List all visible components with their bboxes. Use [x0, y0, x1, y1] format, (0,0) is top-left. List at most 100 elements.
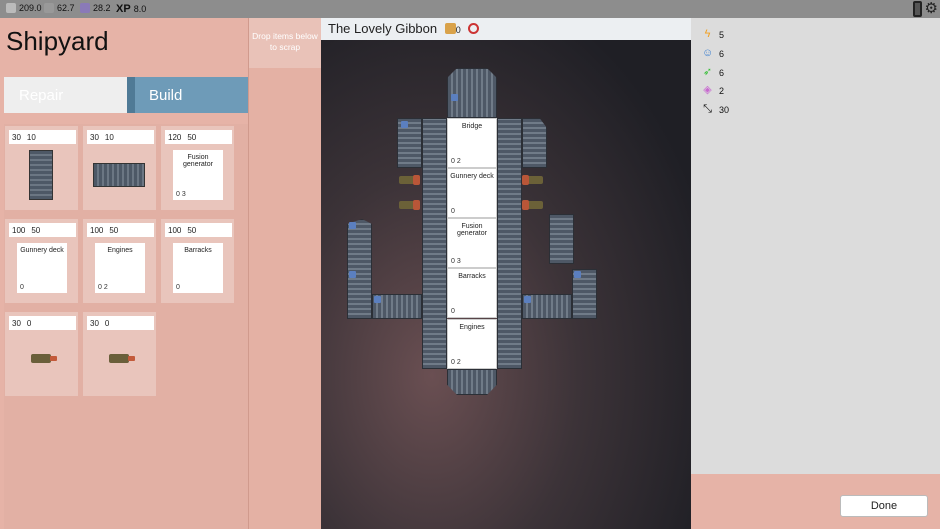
- scrap-drop-zone[interactable]: Drop items below to scrap: [248, 18, 321, 529]
- part-card-vertical-hull[interactable]: 30 10: [5, 126, 78, 210]
- stat-crew: ☺ 6: [702, 48, 724, 59]
- stat-speed-value: 6: [719, 67, 725, 78]
- stat-speed: ➶ 6: [702, 67, 724, 78]
- ship-editor-view[interactable]: The Lovely Gibbon 0 Bridge 0 2 Gunnery d…: [321, 18, 691, 529]
- tab-repair[interactable]: Repair: [4, 77, 127, 113]
- part-card-gun-right[interactable]: 30 0: [83, 312, 156, 396]
- attach-point-icon: [524, 296, 531, 303]
- room-label: Bridge: [461, 123, 483, 130]
- vertical-hull-image: [29, 150, 53, 200]
- gun-turret-icon: [31, 354, 57, 363]
- tab-build[interactable]: Build: [127, 77, 248, 113]
- crew-stat: 0: [20, 284, 24, 291]
- room-preview: Gunnery deck 0: [17, 243, 67, 293]
- energy-cost: 50: [31, 225, 41, 235]
- energy-cost: 0: [26, 318, 32, 328]
- xp-value: 8.0: [133, 4, 147, 14]
- part-cost: 30 10: [87, 130, 154, 144]
- hull-upper-right[interactable]: [522, 118, 547, 168]
- gun-turret-icon[interactable]: [522, 175, 543, 185]
- room-gunnery-deck[interactable]: Gunnery deck 0: [447, 168, 497, 218]
- room-fusion-generator[interactable]: Fusion generator 0 3: [447, 218, 497, 268]
- crew-stat: 0: [176, 191, 180, 198]
- gear-icon[interactable]: ⚙: [925, 1, 938, 17]
- attach-point-icon: [349, 271, 356, 278]
- attach-point-icon: [401, 121, 408, 128]
- hull-spine-left[interactable]: [422, 118, 447, 369]
- attach-point-icon: [574, 271, 581, 278]
- part-cost: 30 0: [9, 316, 76, 330]
- power-stat: 2: [456, 359, 461, 366]
- resource-crystal: 28.2: [80, 3, 111, 13]
- footer-area: Done: [691, 474, 940, 529]
- part-cost: 100 50: [165, 223, 232, 237]
- crew-stat: 0: [451, 258, 455, 265]
- crew-stat: 0: [98, 284, 102, 291]
- wrench-icon: [444, 23, 456, 34]
- attach-point-icon: [451, 94, 458, 101]
- stat-size-value: 30: [719, 104, 730, 115]
- hull-spine-right[interactable]: [497, 118, 522, 369]
- room-bridge[interactable]: Bridge 0 2: [447, 118, 497, 168]
- room-barracks[interactable]: Barracks 0: [447, 268, 497, 318]
- hull-piece-dragging[interactable]: [549, 214, 574, 264]
- scrap-cost: 100: [90, 225, 104, 235]
- energy-cost: 50: [109, 225, 119, 235]
- horizontal-hull-image: [93, 163, 145, 187]
- part-cost: 100 50: [9, 223, 76, 237]
- stat-energy: ϟ 5: [702, 29, 724, 40]
- gun-turret-icon: [109, 354, 135, 363]
- room-label: Gunnery deck: [450, 173, 494, 180]
- scrap-cost: 30: [90, 132, 99, 142]
- gun-turret-icon[interactable]: [399, 175, 420, 185]
- shipyard-panel: Shipyard Repair Build 30 10 30 10 120 50 Fu…: [0, 18, 248, 529]
- hull-nose[interactable]: [447, 68, 497, 118]
- phone-icon[interactable]: [912, 1, 922, 17]
- room-preview: Engines 0 2: [95, 243, 145, 293]
- room-label: Engines: [459, 324, 485, 331]
- crystal-icon: [80, 3, 90, 13]
- resource-energy-value: 62.7: [57, 3, 75, 13]
- gun-turret-icon[interactable]: [522, 200, 543, 210]
- resource-scrap-value: 209.0: [19, 3, 42, 13]
- crew-stat: 0: [451, 308, 455, 315]
- scrap-cost: 100: [168, 225, 182, 235]
- energy-cost: 10: [104, 132, 114, 142]
- hull-tail[interactable]: [447, 369, 497, 395]
- part-card-gun-left[interactable]: 30 0: [5, 312, 78, 396]
- scrap-cost: 120: [168, 132, 182, 142]
- room-engines[interactable]: Engines 0 2: [447, 319, 497, 369]
- done-button[interactable]: Done: [840, 495, 928, 517]
- scrap-cost: 30: [12, 132, 21, 142]
- ship-stats-panel: ϟ 5 ☺ 6 ➶ 6 ◈ 2 ⤡ 30: [691, 18, 940, 474]
- resource-xp: XP 8.0: [116, 3, 146, 15]
- crew-stat: 0: [451, 359, 455, 366]
- part-cost: 30 10: [9, 130, 76, 144]
- energy-cost: 50: [187, 225, 197, 235]
- bolt-icon: ϟ: [704, 28, 711, 40]
- part-card-engines[interactable]: 100 50 Engines 0 2: [83, 219, 156, 303]
- part-card-barracks[interactable]: 100 50 Barracks 0: [161, 219, 234, 303]
- resource-crystal-value: 28.2: [93, 3, 111, 13]
- stat-crew-value: 6: [719, 48, 725, 59]
- room-label: Barracks: [458, 273, 486, 280]
- rocket-icon: ➶: [702, 66, 713, 78]
- resource-energy: 62.7: [44, 3, 75, 13]
- attach-point-icon: [349, 222, 356, 229]
- ship-name: The Lovely Gibbon: [328, 21, 438, 36]
- energy-cost: 10: [26, 132, 36, 142]
- power-stat: 3: [181, 191, 186, 198]
- part-card-gunnery-deck[interactable]: 100 50 Gunnery deck 0: [5, 219, 78, 303]
- power-stat: 3: [456, 258, 461, 265]
- hull-left-arm-vertical[interactable]: [347, 219, 372, 319]
- gun-turret-icon[interactable]: [399, 200, 420, 210]
- part-card-fusion-generator[interactable]: 120 50 Fusion generator 0 3: [161, 126, 234, 210]
- size-icon: ⤡: [703, 103, 712, 115]
- room-label: Engines: [107, 247, 133, 254]
- part-card-horizontal-hull[interactable]: 30 10: [83, 126, 156, 210]
- no-entry-icon[interactable]: [468, 23, 480, 34]
- resource-scrap: 209.0: [6, 3, 42, 13]
- energy-cost: 0: [104, 318, 110, 328]
- stat-energy-value: 5: [719, 29, 725, 40]
- part-cost: 30 0: [87, 316, 154, 330]
